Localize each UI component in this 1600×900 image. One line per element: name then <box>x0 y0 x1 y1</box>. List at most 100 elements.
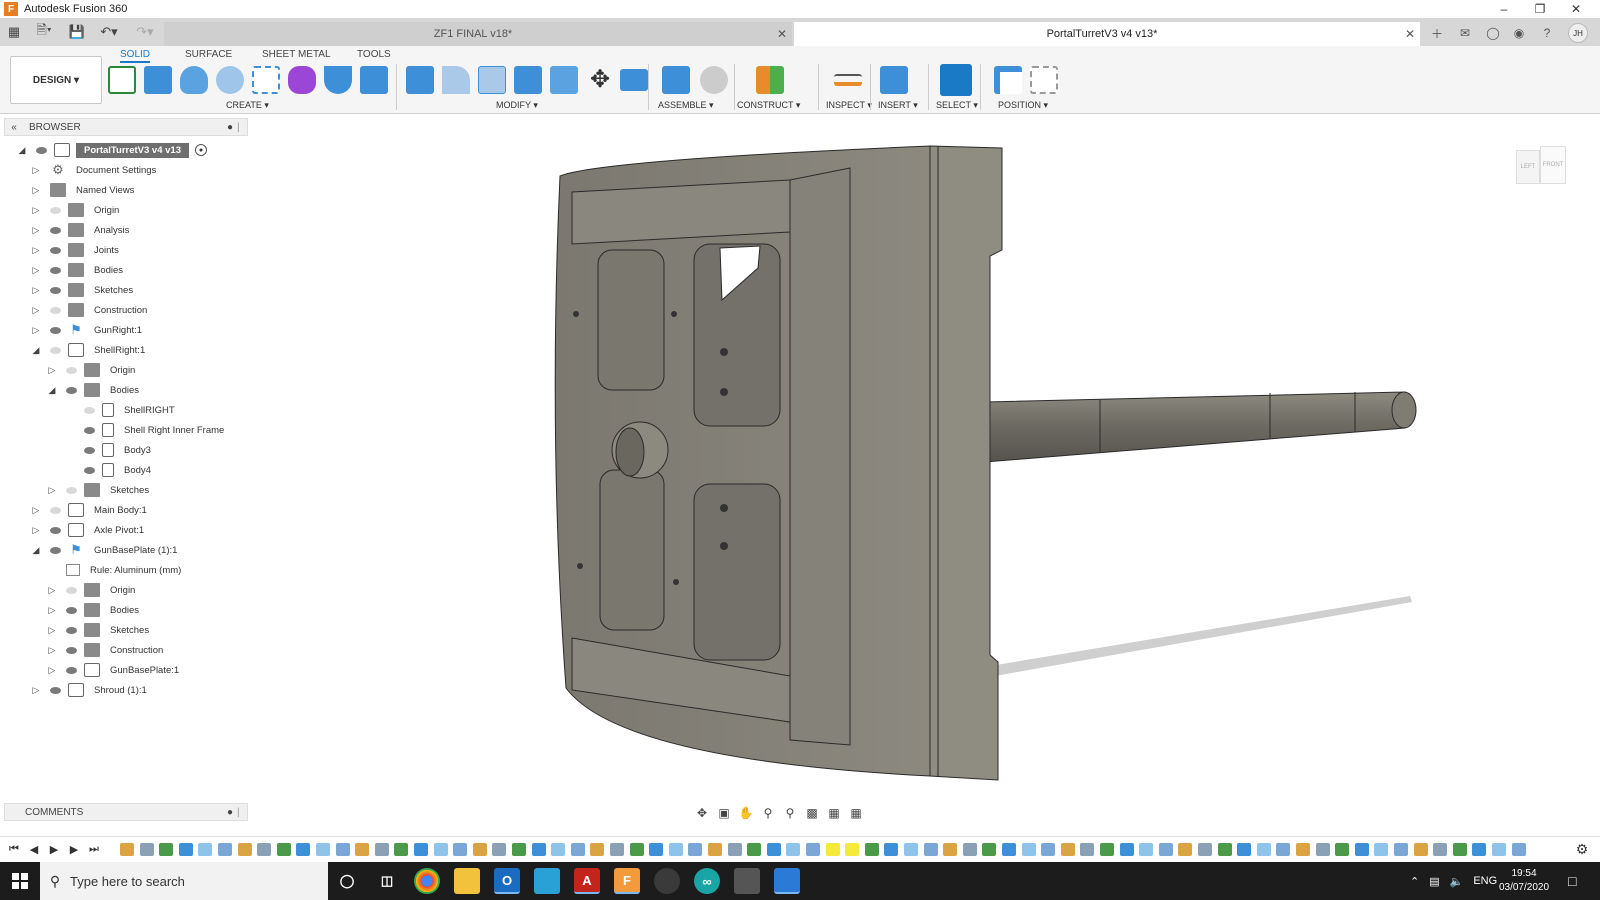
tab-surface[interactable]: SURFACE <box>185 49 232 60</box>
view-cube-front-face[interactable]: FRONT <box>1540 146 1566 184</box>
select-menu[interactable]: SELECT ▾ <box>936 100 978 111</box>
timeline-feature[interactable] <box>1335 843 1350 856</box>
timeline-feature[interactable] <box>1100 843 1114 856</box>
offset-plane-icon[interactable] <box>756 66 784 94</box>
panel-pin-icon[interactable]: | <box>237 807 247 818</box>
timeline-feature[interactable] <box>806 843 820 856</box>
timeline-feature[interactable] <box>786 843 801 856</box>
expand-icon[interactable]: ▷ <box>46 644 58 656</box>
tree-item-bodies[interactable]: ▷ Bodies <box>30 260 127 280</box>
online-status-icon[interactable]: ◉ <box>1510 24 1528 42</box>
timeline-feature[interactable] <box>257 843 272 856</box>
timeline-feature[interactable] <box>864 843 879 856</box>
assemble-menu[interactable]: ASSEMBLE ▾ <box>658 100 714 111</box>
timeline-feature[interactable] <box>688 843 703 856</box>
tree-item-axle-pivot[interactable]: ▷ Axle Pivot:1 <box>30 520 148 540</box>
joint-icon[interactable] <box>700 66 728 94</box>
timeline-feature[interactable] <box>1158 843 1173 856</box>
timeline-feature[interactable] <box>727 843 742 856</box>
timeline-feature[interactable] <box>120 843 134 856</box>
cortana-icon[interactable]: ◯ <box>334 868 360 894</box>
tree-item-shellright[interactable]: ◢ ShellRight:1 <box>30 340 149 360</box>
timeline-feature[interactable] <box>394 843 409 856</box>
timeline-feature[interactable] <box>178 843 193 856</box>
expand-icon[interactable]: ▷ <box>30 264 42 276</box>
timeline-feature[interactable] <box>1511 843 1526 856</box>
minimize-button[interactable]: – <box>1486 0 1522 18</box>
fusion-taskbar-icon[interactable]: F <box>614 868 640 894</box>
tree-item-gbp-component[interactable]: ▷ GunBasePlate:1 <box>46 660 183 680</box>
task-view-icon[interactable]: ◫ <box>374 868 400 894</box>
measure-icon[interactable] <box>834 74 862 86</box>
timeline-feature[interactable] <box>1002 843 1016 856</box>
tree-item-gunbaseplate[interactable]: ◢ ⚑ GunBasePlate (1):1 <box>30 540 181 560</box>
timeline-feature[interactable] <box>472 843 487 856</box>
close-tab-icon[interactable]: ✕ <box>772 27 792 41</box>
tree-item-body3[interactable]: Body3 <box>76 440 155 460</box>
timeline-feature[interactable] <box>629 843 644 856</box>
fit-icon[interactable]: ⚲ <box>780 804 800 822</box>
timeline-end-icon[interactable]: ⏭ <box>86 841 102 857</box>
expand-icon[interactable]: ▷ <box>30 244 42 256</box>
timeline-feature[interactable] <box>1178 843 1193 856</box>
expand-icon[interactable]: ▷ <box>30 684 42 696</box>
visibility-eye-icon[interactable] <box>48 525 62 535</box>
view-cube-left-face[interactable]: LEFT <box>1516 150 1540 184</box>
tree-item-document-settings[interactable]: ▷ ⚙ Document Settings <box>30 160 160 180</box>
file-explorer-icon[interactable] <box>454 868 480 894</box>
notifications-icon[interactable]: ✉ <box>1456 24 1474 42</box>
timeline-feature[interactable] <box>1492 843 1506 856</box>
close-window-button[interactable]: ✕ <box>1558 0 1594 18</box>
comments-panel-header[interactable]: COMMENTS ● | <box>4 803 248 821</box>
shell-side-wall[interactable] <box>929 145 1003 781</box>
visibility-eye-icon[interactable] <box>48 685 62 695</box>
collapse-icon[interactable]: ◢ <box>30 544 42 556</box>
insert-image-icon[interactable] <box>880 66 908 94</box>
timeline-feature[interactable] <box>904 843 918 856</box>
select-icon[interactable] <box>940 64 972 96</box>
timeline-feature[interactable] <box>1394 843 1408 856</box>
timeline-feature[interactable] <box>708 843 722 856</box>
expand-icon[interactable]: ▷ <box>30 204 42 216</box>
create-form-icon[interactable] <box>288 66 316 94</box>
look-at-icon[interactable]: ▣ <box>714 804 734 822</box>
expand-icon[interactable]: ▷ <box>30 164 42 176</box>
view-cube[interactable]: LEFT FRONT <box>1516 140 1566 190</box>
tree-item-construction[interactable]: ▷ Construction <box>30 300 151 320</box>
shell-icon[interactable] <box>514 66 542 94</box>
timeline-feature[interactable] <box>982 843 997 856</box>
timeline-feature[interactable] <box>668 843 683 856</box>
visibility-eye-icon[interactable] <box>48 225 62 235</box>
extrude-icon[interactable] <box>144 66 172 94</box>
timeline-feature[interactable] <box>335 843 350 856</box>
timeline-feature[interactable] <box>610 843 624 856</box>
press-pull-icon[interactable] <box>406 66 434 94</box>
position-menu[interactable]: POSITION ▾ <box>998 100 1048 111</box>
expand-icon[interactable]: ▷ <box>30 184 42 196</box>
tree-item-main-body[interactable]: ▷ Main Body:1 <box>30 500 151 520</box>
undo-icon[interactable]: ↶▾ <box>94 22 124 42</box>
timeline-feature[interactable] <box>590 843 605 856</box>
timeline-feature[interactable] <box>1374 843 1389 856</box>
timeline[interactable]: ⏮ ◀ ▶ ▶ ⏭ ⚙ <box>0 836 1600 860</box>
save-icon[interactable]: 💾 <box>66 22 88 42</box>
timeline-feature[interactable] <box>1433 843 1448 856</box>
timeline-feature[interactable] <box>218 843 232 856</box>
timeline-feature[interactable] <box>1452 843 1467 856</box>
new-tab-icon[interactable]: ＋ <box>1428 24 1446 42</box>
timeline-feature[interactable] <box>1217 843 1232 856</box>
tab-portal-turret[interactable]: PortalTurretV3 v4 v13* ✕ <box>794 22 1420 46</box>
network-icon[interactable]: ▤ <box>1429 875 1439 888</box>
job-status-icon[interactable]: ◯ <box>1484 24 1502 42</box>
expand-icon[interactable]: ▷ <box>46 484 58 496</box>
expand-icon[interactable]: ▷ <box>46 624 58 636</box>
visibility-eye-icon[interactable] <box>82 405 96 415</box>
tree-item-gbp-origin[interactable]: ▷ Origin <box>46 580 139 600</box>
tree-item-rule-aluminum[interactable]: Rule: Aluminum (mm) <box>60 560 185 580</box>
capture-position-icon[interactable] <box>994 66 1022 94</box>
action-center-icon[interactable]: □ <box>1568 862 1576 900</box>
user-avatar[interactable]: JH <box>1568 23 1588 43</box>
taskbar-clock[interactable]: 19:54 03/07/2020 <box>1494 867 1554 895</box>
tab-solid[interactable]: SOLID <box>120 49 151 63</box>
timeline-feature[interactable] <box>747 843 762 856</box>
